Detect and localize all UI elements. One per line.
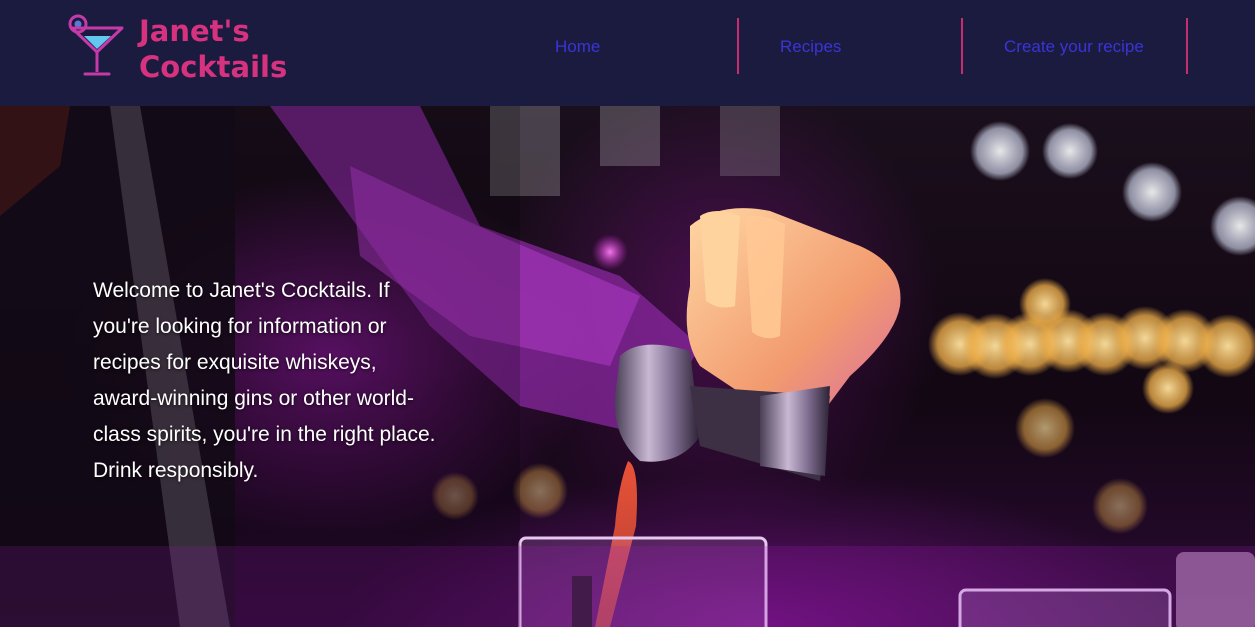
nav-recipes-link[interactable]: Recipes bbox=[780, 18, 841, 74]
nav-home-link[interactable]: Home bbox=[555, 18, 600, 74]
nav-separator bbox=[961, 18, 963, 74]
nav-separator bbox=[737, 18, 739, 74]
nav-create-recipe-link[interactable]: Create your recipe bbox=[1004, 18, 1144, 74]
cocktail-glass-icon[interactable] bbox=[66, 14, 126, 78]
hero-banner: Welcome to Janet's Cocktails. If you're … bbox=[0, 106, 1255, 627]
brand-line-1: Janet's bbox=[139, 14, 250, 48]
site-header: Janet's Cocktails Home Recipes Create yo… bbox=[0, 0, 1255, 106]
brand-line-2: Cocktails bbox=[139, 50, 288, 84]
nav-separator bbox=[1186, 18, 1188, 74]
hero-welcome-text: Welcome to Janet's Cocktails. If you're … bbox=[93, 279, 436, 482]
site-brand[interactable]: Janet's Cocktails bbox=[139, 13, 287, 85]
